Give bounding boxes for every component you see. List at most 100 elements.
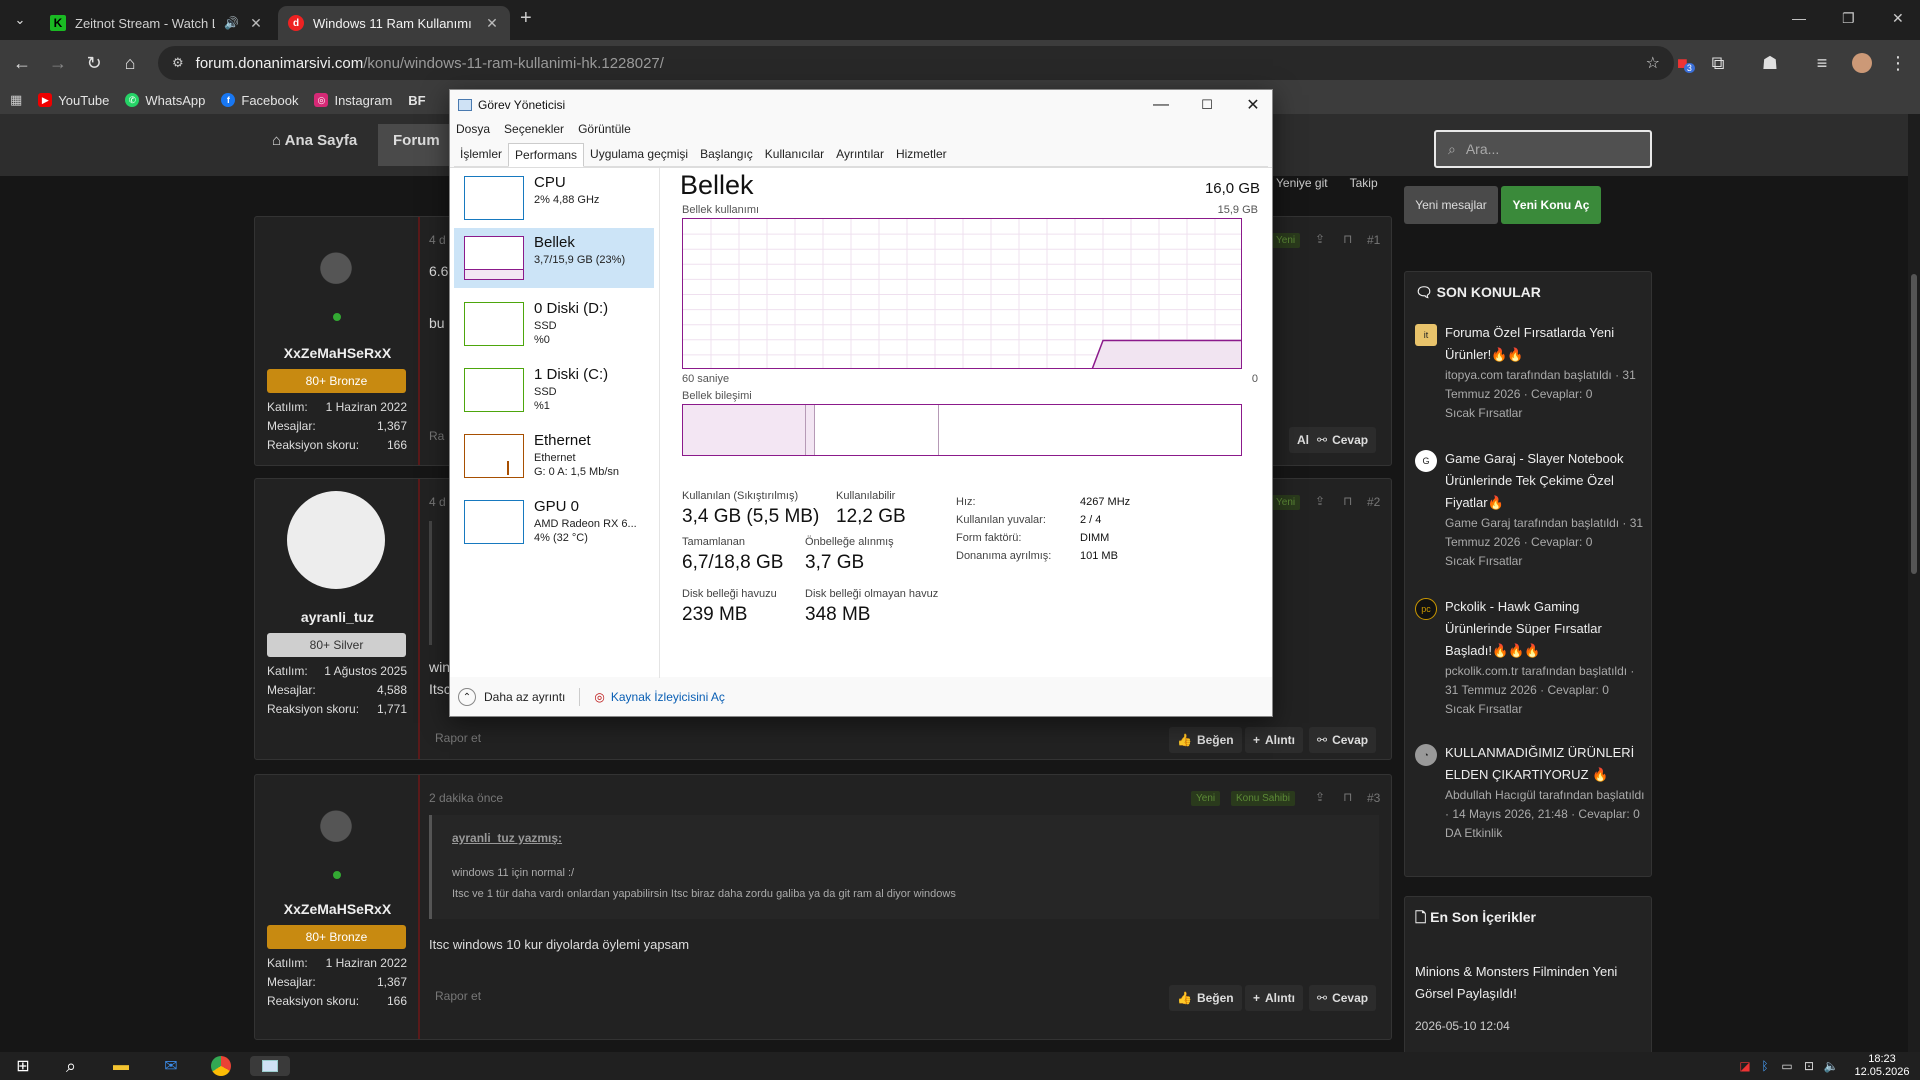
search-icon[interactable]: ⌕ [58,1056,84,1076]
tab-details[interactable]: Ayrıntılar [830,143,890,167]
device-disk-1[interactable]: 1 Diski (C:) SSD %1 [454,360,654,420]
quote-button[interactable]: + Alıntı [1245,985,1304,1011]
username[interactable]: XxZeMaHSeRxX [255,345,420,361]
bookmark-youtube[interactable]: ▶ YouTube [38,93,109,108]
device-gpu[interactable]: GPU 0 AMD Radeon RX 6... 4% (32 °C) [454,492,654,552]
apps-grid-icon[interactable]: ▦ [10,92,22,108]
share-icon[interactable]: ⇪ [1315,232,1325,246]
tab-search-chevron-icon[interactable]: ⌄ [6,6,34,34]
quote-author[interactable]: ayranli_tuz yazmış: [452,831,562,845]
like-button[interactable]: 👍 Beğen [1169,727,1242,753]
search-input[interactable]: ⌕ Ara... [1434,130,1652,168]
go-newest-link[interactable]: Yeniye git [1276,176,1328,190]
tab-startup[interactable]: Başlangıç [694,143,759,167]
bookmark-icon[interactable]: ⊓ [1343,232,1352,246]
device-memory[interactable]: Bellek 3,7/15,9 GB (23%) [454,228,654,288]
share-icon[interactable]: ⇪ [1315,790,1325,804]
minimize-window-icon[interactable]: — [1792,10,1806,26]
menu-options[interactable]: Seçenekler [504,122,564,136]
recent-topic-item[interactable]: G Game Garaj - Slayer Notebook Ürünlerin… [1415,448,1647,571]
report-link[interactable]: Ra [429,429,444,443]
volume-icon[interactable]: 🔈 [1818,1056,1844,1076]
tab-users[interactable]: Kullanıcılar [759,143,830,167]
chrome-icon[interactable] [208,1056,234,1076]
tab-services[interactable]: Hizmetler [890,143,953,167]
close-icon[interactable]: ✕ [1230,90,1276,120]
open-resource-monitor-link[interactable]: ◎ Kaynak İzleyicisini Aç [594,690,725,704]
page-scrollbar[interactable] [1908,114,1920,1052]
tab-app-history[interactable]: Uygulama geçmişi [584,143,694,167]
avatar[interactable] [287,491,385,589]
reply-button[interactable]: ⚯ Cevap [1309,727,1377,753]
bookmark-star-icon[interactable]: ☆ [1646,53,1660,73]
recent-topic-item[interactable]: pc Pckolik - Hawk Gaming Ürünlerinde Süp… [1415,596,1647,719]
maximize-icon[interactable]: ☐ [1184,90,1230,120]
clock[interactable]: 18:23 12.05.2026 [1854,1053,1910,1079]
device-ethernet[interactable]: Ethernet Ethernet G: 0 A: 1,5 Mb/sn [454,426,654,486]
restore-window-icon[interactable]: ❐ [1842,10,1855,27]
fewer-details-button[interactable]: ⌃ Daha az ayrıntı [458,688,565,706]
back-icon[interactable]: ← [8,49,36,77]
bookmark-whatsapp[interactable]: ✆ WhatsApp [125,93,205,108]
media-control-icon[interactable]: ≡ [1808,49,1836,77]
share-icon[interactable]: ⇪ [1315,494,1325,508]
report-link[interactable]: Rapor et [435,731,481,745]
close-tab-icon[interactable]: ✕ [484,15,500,32]
quote-button[interactable]: + Alıntı [1245,727,1304,753]
home-icon[interactable]: ⌂ [116,49,144,77]
extension-icon[interactable]: ■ 3 [1672,49,1700,77]
task-manager-taskbar-icon[interactable] [250,1056,290,1076]
reply-button[interactable]: ⚯ Cevap [1309,985,1377,1011]
close-window-icon[interactable]: ✕ [1892,10,1904,27]
menu-view[interactable]: Görüntüle [578,122,631,136]
close-tab-icon[interactable]: ✕ [248,15,264,32]
bookmark-bf[interactable]: BF [408,93,425,108]
latest-content-link[interactable]: Minions & Monsters Filminden Yeni Görsel… [1415,961,1641,1005]
profile-avatar[interactable] [1848,49,1876,77]
device-cpu[interactable]: CPU 2% 4,88 GHz [454,168,654,228]
bookmark-icon[interactable]: ⊓ [1343,494,1352,508]
forward-icon[interactable]: → [44,49,72,77]
nav-forum[interactable]: Forum [378,124,450,166]
incognito-icon[interactable]: ☗ [1756,49,1784,77]
file-explorer-icon[interactable]: ▬ [108,1056,134,1076]
puzzle-extensions-icon[interactable]: ⧉ [1704,49,1732,77]
post-time[interactable]: 4 d [429,495,446,509]
new-topic-button[interactable]: Yeni Konu Aç [1501,186,1601,224]
tab-windows-11-ram[interactable]: d Windows 11 Ram Kullanımı Hk. ✕ [278,6,510,40]
address-bar[interactable]: ⚙ forum.donanimarsivi.com/konu/windows-1… [158,46,1674,80]
new-messages-button[interactable]: Yeni mesajlar [1404,186,1498,224]
post-time[interactable]: 4 d [429,233,446,247]
post-number[interactable]: #1 [1367,233,1380,247]
recent-topic-item[interactable]: ◔ KULLANMADIĞIMIZ ÜRÜNLERİ ELDEN ÇIKARTI… [1415,742,1647,843]
reload-icon[interactable]: ↻ [80,49,108,77]
bookmark-facebook[interactable]: f Facebook [221,93,298,108]
tab-processes[interactable]: İşlemler [454,143,508,167]
nav-home[interactable]: ⌂ Ana Sayfa [272,132,357,149]
stat-reaction: Reaksiyon skoru: 1,771 [267,702,407,716]
outlook-icon[interactable]: ✉ [158,1056,184,1076]
recent-topic-item[interactable]: it Foruma Özel Fırsatlarda Yeni Ürünler!… [1415,322,1647,423]
report-link[interactable]: Rapor et [435,989,481,1003]
speaker-icon[interactable]: 🔊 [224,16,239,30]
like-button[interactable]: 👍 Beğen [1169,985,1242,1011]
post-time[interactable]: 2 dakika önce [429,791,503,805]
new-tab-button[interactable]: + [520,7,532,30]
menu-kebab-icon[interactable]: ⋮ [1884,49,1912,77]
menu-file[interactable]: Dosya [456,122,490,136]
bookmark-icon[interactable]: ⊓ [1343,790,1352,804]
start-windows-icon[interactable]: ⊞ [10,1056,36,1076]
minimize-icon[interactable]: — [1138,90,1184,120]
tab-performance[interactable]: Performans [508,143,585,167]
device-disk-0[interactable]: 0 Diski (D:) SSD %0 [454,294,654,354]
reply-button[interactable]: ⚯ Cevap [1309,427,1377,453]
site-info-icon[interactable]: ⚙ [172,55,184,71]
username[interactable]: XxZeMaHSeRxX [255,901,420,917]
post-number[interactable]: #3 [1367,791,1380,805]
post-number[interactable]: #2 [1367,495,1380,509]
tab-zeitnot[interactable]: K Zeitnot Stream - Watch Live 🔊 ✕ [40,6,274,40]
bookmark-instagram[interactable]: ◎ Instagram [314,93,392,108]
reply-icon: ⚯ [1317,733,1328,747]
watch-link[interactable]: Takip [1350,176,1378,190]
username[interactable]: ayranli_tuz [255,609,420,625]
